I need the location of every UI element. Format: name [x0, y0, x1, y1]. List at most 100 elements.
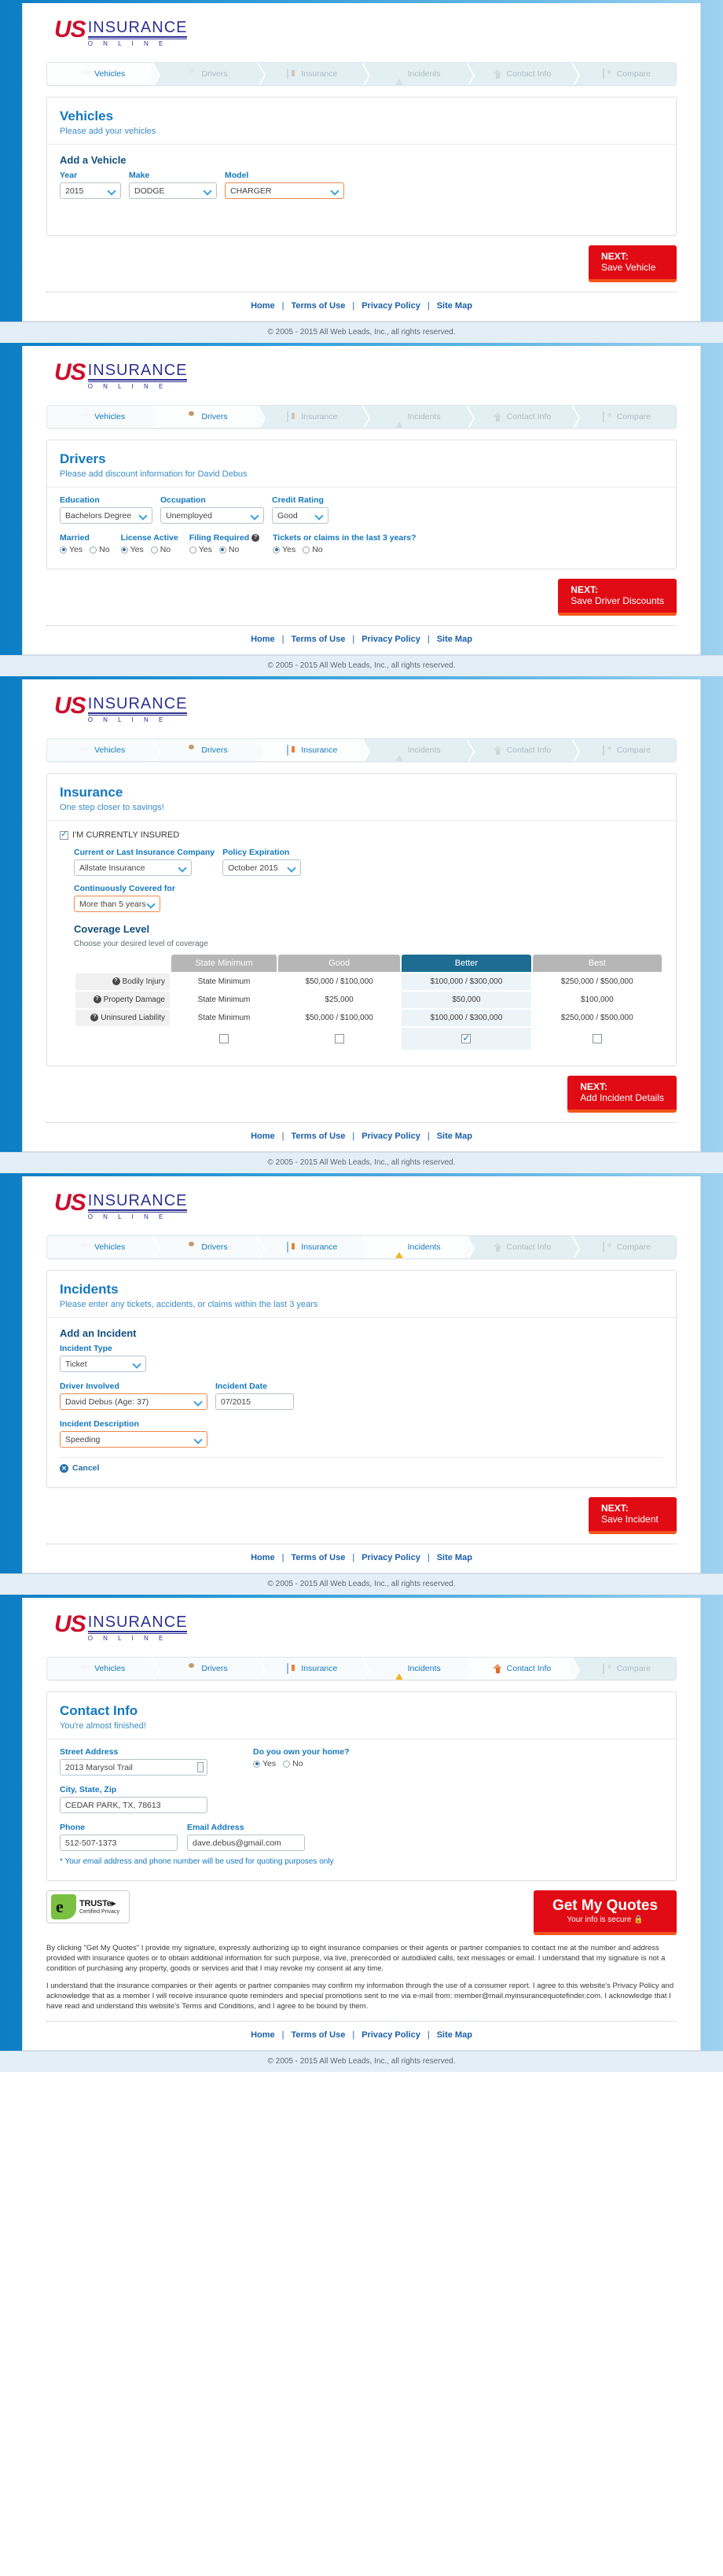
insurance-company-select[interactable]: Allstate Insurance [74, 859, 192, 876]
save-incident-button[interactable]: NEXT: Save Incident [589, 1497, 677, 1534]
occupation-select[interactable]: Unemployed [160, 507, 264, 524]
coverage-col-better[interactable]: Better [402, 955, 531, 972]
incident-date-input[interactable]: 07/2015 [215, 1393, 294, 1410]
coverage-col-state-minimum[interactable]: State Minimum [171, 955, 277, 972]
wizard-step-incidents[interactable]: Incidents [361, 406, 475, 428]
help-icon[interactable]: ? [90, 1014, 99, 1022]
coverage-checkbox-best[interactable] [592, 1034, 602, 1043]
footer-link-home[interactable]: Home [251, 635, 275, 644]
wizard-step-insurance[interactable]: Insurance [256, 63, 371, 85]
wizard-step-compare[interactable]: Compare [571, 1236, 676, 1258]
wizard-step-insurance[interactable]: Insurance [256, 1236, 371, 1258]
continuously-covered-select[interactable]: More than 5 years [74, 896, 160, 912]
phone-input[interactable]: 512-507-1373 [60, 1834, 178, 1851]
wizard-step-drivers[interactable]: Drivers [152, 406, 266, 428]
own-home-no-radio[interactable]: No [283, 1759, 303, 1768]
coverage-col-good[interactable]: Good [278, 955, 401, 972]
incident-type-select[interactable]: Ticket [60, 1356, 146, 1372]
help-icon[interactable]: ? [112, 977, 120, 986]
footer-link-sitemap[interactable]: Site Map [437, 1553, 472, 1562]
wizard-step-incidents[interactable]: Incidents [361, 739, 475, 761]
wizard-step-drivers[interactable]: Drivers [152, 739, 266, 761]
footer-link-privacy[interactable]: Privacy Policy [362, 301, 420, 311]
address-lookup-icon[interactable] [197, 1762, 204, 1772]
tickets-yes-radio[interactable]: Yes [273, 545, 295, 554]
coverage-checkbox-state-minimum[interactable] [219, 1034, 229, 1043]
footer-link-home[interactable]: Home [251, 1132, 275, 1141]
currently-insured-checkbox[interactable] [60, 830, 68, 840]
street-address-input[interactable]: 2013 Marysol Trail [60, 1759, 207, 1776]
tickets-no-radio[interactable]: No [303, 545, 323, 554]
wizard-step-contact-info[interactable]: Contact Info [466, 406, 580, 428]
footer-link-terms[interactable]: Terms of Use [291, 1132, 345, 1141]
footer-link-privacy[interactable]: Privacy Policy [362, 2030, 420, 2040]
footer-link-sitemap[interactable]: Site Map [437, 635, 472, 644]
footer-link-terms[interactable]: Terms of Use [291, 635, 345, 644]
footer-link-privacy[interactable]: Privacy Policy [362, 1553, 420, 1562]
footer-link-privacy[interactable]: Privacy Policy [362, 635, 420, 644]
breadcrumb[interactable]: Vehicles Drivers Insurance Incidents Con… [46, 738, 677, 762]
footer-link-home[interactable]: Home [251, 1553, 275, 1562]
wizard-step-insurance[interactable]: Insurance [256, 1658, 371, 1680]
coverage-checkbox-better[interactable] [461, 1032, 472, 1043]
get-my-quotes-button[interactable]: Get My Quotes Your info is secure 🔒 [534, 1890, 677, 1935]
currently-insured-row[interactable]: I'M CURRENTLY INSURED [60, 830, 663, 840]
footer-link-sitemap[interactable]: Site Map [437, 1132, 472, 1141]
wizard-step-compare[interactable]: Compare [571, 406, 676, 428]
incident-description-select[interactable]: Speeding [60, 1431, 207, 1448]
wizard-step-compare[interactable]: Compare [571, 739, 676, 761]
help-icon[interactable]: ? [93, 995, 101, 1004]
model-select[interactable]: CHARGER [225, 182, 344, 199]
wizard-step-drivers[interactable]: Drivers [152, 1658, 266, 1680]
wizard-step-vehicles[interactable]: Vehicles [47, 739, 161, 761]
cancel-incident-link[interactable]: ✕ Cancel [60, 1457, 663, 1473]
wizard-step-compare[interactable]: Compare [571, 63, 676, 85]
filing-yes-radio[interactable]: Yes [189, 545, 212, 554]
coverage-col-best[interactable]: Best [532, 955, 662, 972]
wizard-step-contact-info[interactable]: Contact Info [466, 1658, 580, 1680]
make-select[interactable]: DODGE [129, 182, 217, 199]
wizard-step-vehicles[interactable]: Vehicles [47, 1658, 161, 1680]
breadcrumb[interactable]: Vehicles Drivers Insurance Incidents Con… [46, 405, 677, 429]
email-input[interactable]: dave.debus@gmail.com [187, 1834, 305, 1851]
wizard-step-compare[interactable]: Compare [571, 1658, 676, 1680]
coverage-checkbox-good[interactable] [334, 1034, 344, 1043]
wizard-step-insurance[interactable]: Insurance [256, 739, 371, 761]
filing-no-radio[interactable]: No [218, 545, 239, 554]
wizard-step-incidents[interactable]: Incidents [361, 1658, 475, 1680]
truste-badge[interactable]: TRUSTe▸ Certified Privacy [46, 1890, 130, 1923]
footer-link-home[interactable]: Home [251, 301, 275, 311]
credit-rating-select[interactable]: Good [272, 507, 328, 524]
wizard-step-vehicles[interactable]: Vehicles [47, 406, 161, 428]
footer-link-privacy[interactable]: Privacy Policy [362, 1132, 420, 1141]
license-no-radio[interactable]: No [150, 545, 171, 554]
footer-link-sitemap[interactable]: Site Map [437, 2030, 472, 2040]
wizard-step-contact-info[interactable]: Contact Info [466, 63, 580, 85]
married-no-radio[interactable]: No [90, 545, 110, 554]
footer-link-sitemap[interactable]: Site Map [437, 301, 472, 311]
policy-expiration-select[interactable]: October 2015 [222, 859, 302, 876]
wizard-step-incidents[interactable]: Incidents [361, 1236, 475, 1258]
footer-link-terms[interactable]: Terms of Use [291, 301, 345, 311]
married-yes-radio[interactable]: Yes [60, 545, 83, 554]
add-incident-details-button[interactable]: NEXT: Add Incident Details [567, 1076, 677, 1113]
breadcrumb[interactable]: Vehicles Drivers Insurance Incidents Con… [46, 62, 677, 86]
save-vehicle-button[interactable]: NEXT: Save Vehicle [589, 245, 677, 282]
breadcrumb[interactable]: Vehicles Drivers Insurance Incidents Con… [46, 1657, 677, 1680]
footer-link-terms[interactable]: Terms of Use [291, 1553, 345, 1562]
education-select[interactable]: Bachelors Degree [60, 507, 152, 524]
wizard-step-contact-info[interactable]: Contact Info [466, 739, 580, 761]
footer-link-terms[interactable]: Terms of Use [291, 2030, 345, 2040]
wizard-step-insurance[interactable]: Insurance [256, 406, 371, 428]
city-state-zip-input[interactable]: CEDAR PARK, TX, 78613 [60, 1797, 207, 1813]
wizard-step-vehicles[interactable]: Vehicles [47, 1236, 161, 1258]
wizard-step-contact-info[interactable]: Contact Info [466, 1236, 580, 1258]
wizard-step-vehicles[interactable]: Vehicles [47, 63, 161, 85]
breadcrumb[interactable]: Vehicles Drivers Insurance Incidents Con… [46, 1235, 677, 1259]
save-driver-discounts-button[interactable]: NEXT: Save Driver Discounts [558, 579, 677, 616]
wizard-step-drivers[interactable]: Drivers [152, 1236, 266, 1258]
license-yes-radio[interactable]: Yes [120, 545, 144, 554]
driver-involved-select[interactable]: David Debus (Age: 37) [60, 1393, 207, 1410]
footer-link-home[interactable]: Home [251, 2030, 275, 2040]
wizard-step-drivers[interactable]: Drivers [152, 63, 266, 85]
